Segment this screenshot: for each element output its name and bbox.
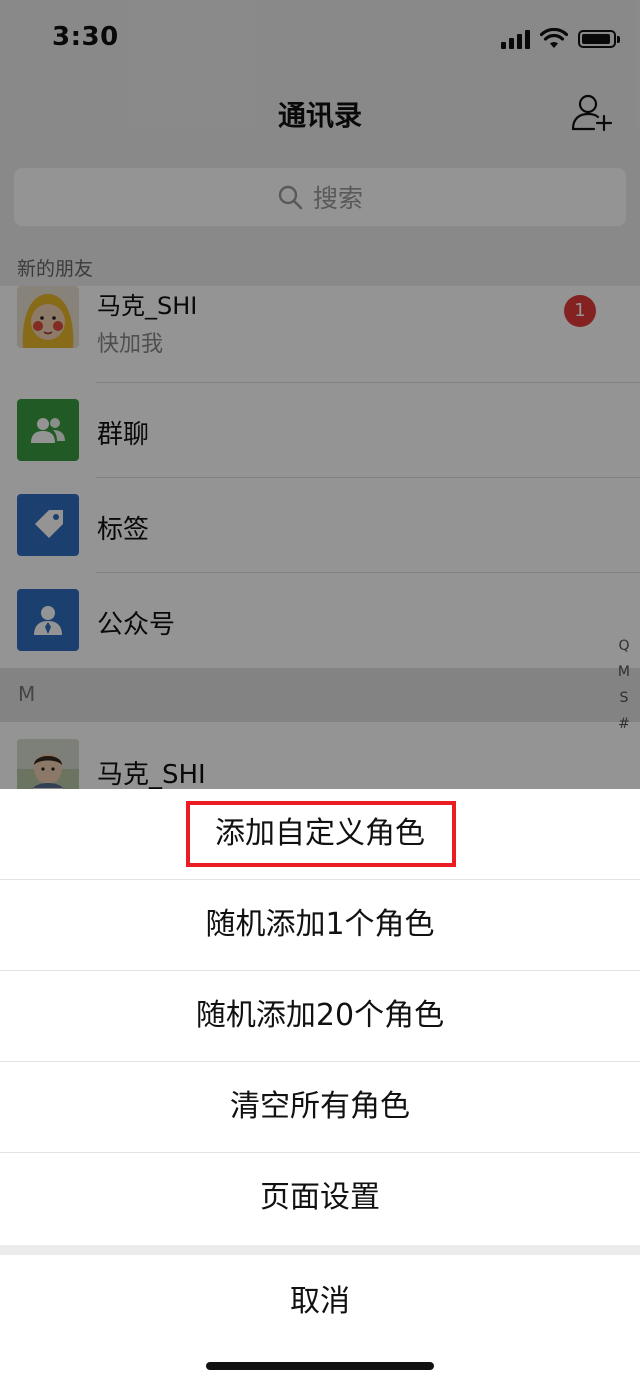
action-page-settings[interactable]: 页面设置 <box>0 1152 640 1243</box>
action-sheet: 添加自定义角色 随机添加1个角色 随机添加20个角色 清空所有角色 页面设置 取… <box>0 789 640 1386</box>
modal-overlay[interactable] <box>0 0 640 790</box>
highlight-box <box>186 801 456 867</box>
action-add-random-1[interactable]: 随机添加1个角色 <box>0 879 640 970</box>
sheet-separator <box>0 1245 640 1255</box>
contacts-screen: 3:30 通讯录 搜索 新的朋友 马克_SHI 快加我 群聊 标签 公众号 1 … <box>0 0 640 1386</box>
home-indicator[interactable] <box>206 1362 434 1370</box>
action-clear-all-roles[interactable]: 清空所有角色 <box>0 1061 640 1152</box>
cancel-button[interactable]: 取消 <box>0 1256 640 1348</box>
action-add-random-20[interactable]: 随机添加20个角色 <box>0 970 640 1061</box>
